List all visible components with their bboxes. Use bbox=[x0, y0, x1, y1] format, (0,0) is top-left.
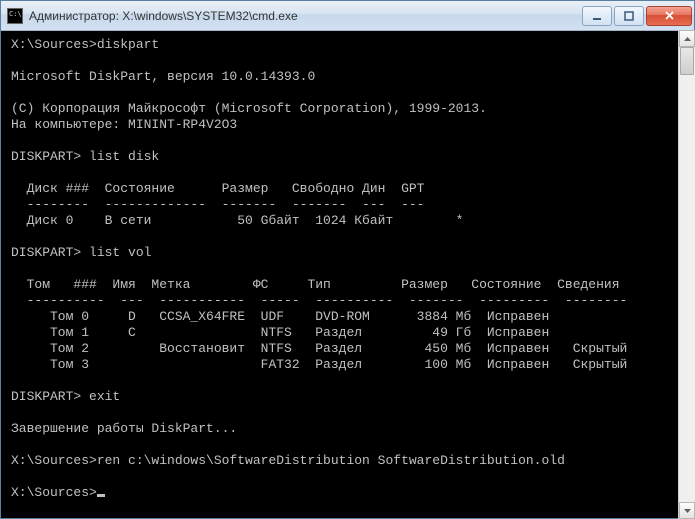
maximize-button[interactable] bbox=[614, 6, 644, 26]
scroll-down-button[interactable] bbox=[679, 502, 695, 519]
line: Диск 0 В сети 50 Gбайт 1024 Кбайт * bbox=[11, 213, 463, 228]
prompt-line: X:\Sources> bbox=[11, 485, 97, 500]
scroll-thumb[interactable] bbox=[680, 47, 694, 75]
line: На компьютере: MININT-RP4V2O3 bbox=[11, 117, 237, 132]
line: X:\Sources>diskpart bbox=[11, 37, 159, 52]
window-controls bbox=[580, 6, 692, 26]
cursor-icon bbox=[97, 494, 105, 497]
line: Том 2 Восстановит NTFS Раздел 450 Мб Исп… bbox=[11, 341, 627, 356]
terminal-output[interactable]: X:\Sources>diskpart Microsoft DiskPart, … bbox=[1, 31, 694, 518]
close-button[interactable] bbox=[646, 6, 692, 26]
vertical-scrollbar[interactable] bbox=[678, 30, 695, 519]
cmd-window: Администратор: X:\windows\SYSTEM32\cmd.e… bbox=[0, 0, 695, 519]
line: Том 3 FAT32 Раздел 100 Мб Исправен Скрыт… bbox=[11, 357, 627, 372]
line: Диск ### Состояние Размер Свободно Дин G… bbox=[11, 181, 424, 196]
line: DISKPART> exit bbox=[11, 389, 120, 404]
line: (C) Корпорация Майкрософт (Microsoft Cor… bbox=[11, 101, 487, 116]
line: -------- ------------- ------- ------- -… bbox=[11, 197, 424, 212]
line: Microsoft DiskPart, версия 10.0.14393.0 bbox=[11, 69, 315, 84]
minimize-button[interactable] bbox=[582, 6, 612, 26]
line: DISKPART> list disk bbox=[11, 149, 159, 164]
line: Том 1 C NTFS Раздел 49 Гб Исправен bbox=[11, 325, 549, 340]
scroll-up-button[interactable] bbox=[679, 30, 695, 47]
line: X:\Sources>ren c:\windows\SoftwareDistri… bbox=[11, 453, 565, 468]
window-title: Администратор: X:\windows\SYSTEM32\cmd.e… bbox=[29, 9, 580, 23]
line: Завершение работы DiskPart... bbox=[11, 421, 237, 436]
titlebar[interactable]: Администратор: X:\windows\SYSTEM32\cmd.e… bbox=[1, 1, 694, 31]
line: DISKPART> list vol bbox=[11, 245, 151, 260]
cmd-icon bbox=[7, 8, 23, 24]
line: Том 0 D CCSA_X64FRE UDF DVD-ROM 3884 Мб … bbox=[11, 309, 549, 324]
scroll-track[interactable] bbox=[679, 47, 695, 502]
line: ---------- --- ----------- ----- -------… bbox=[11, 293, 627, 308]
line: Том ### Имя Метка ФС Тип Размер Состояни… bbox=[11, 277, 620, 292]
